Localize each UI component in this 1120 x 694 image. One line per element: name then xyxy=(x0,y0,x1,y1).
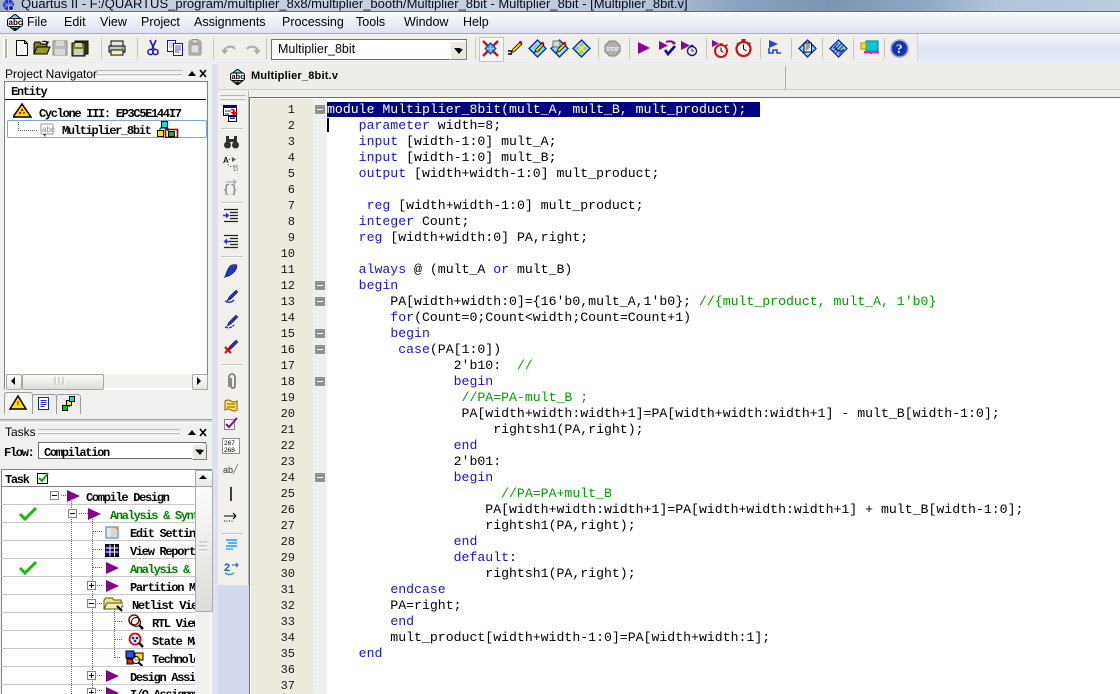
svg-text:267: 267 xyxy=(224,440,235,447)
svg-text:B: B xyxy=(233,164,238,172)
svg-text:abc: abc xyxy=(42,125,55,134)
svg-text:STOP: STOP xyxy=(606,47,620,53)
svg-text:abc: abc xyxy=(9,18,23,27)
svg-text:abc: abc xyxy=(232,72,245,81)
svg-text:A: A xyxy=(223,156,229,165)
svg-text:{}: {} xyxy=(223,183,237,195)
svg-text:2: 2 xyxy=(224,562,230,574)
svg-text:ab: ab xyxy=(223,465,233,475)
svg-text:?: ? xyxy=(896,41,903,56)
svg-text:268: 268 xyxy=(224,447,235,454)
